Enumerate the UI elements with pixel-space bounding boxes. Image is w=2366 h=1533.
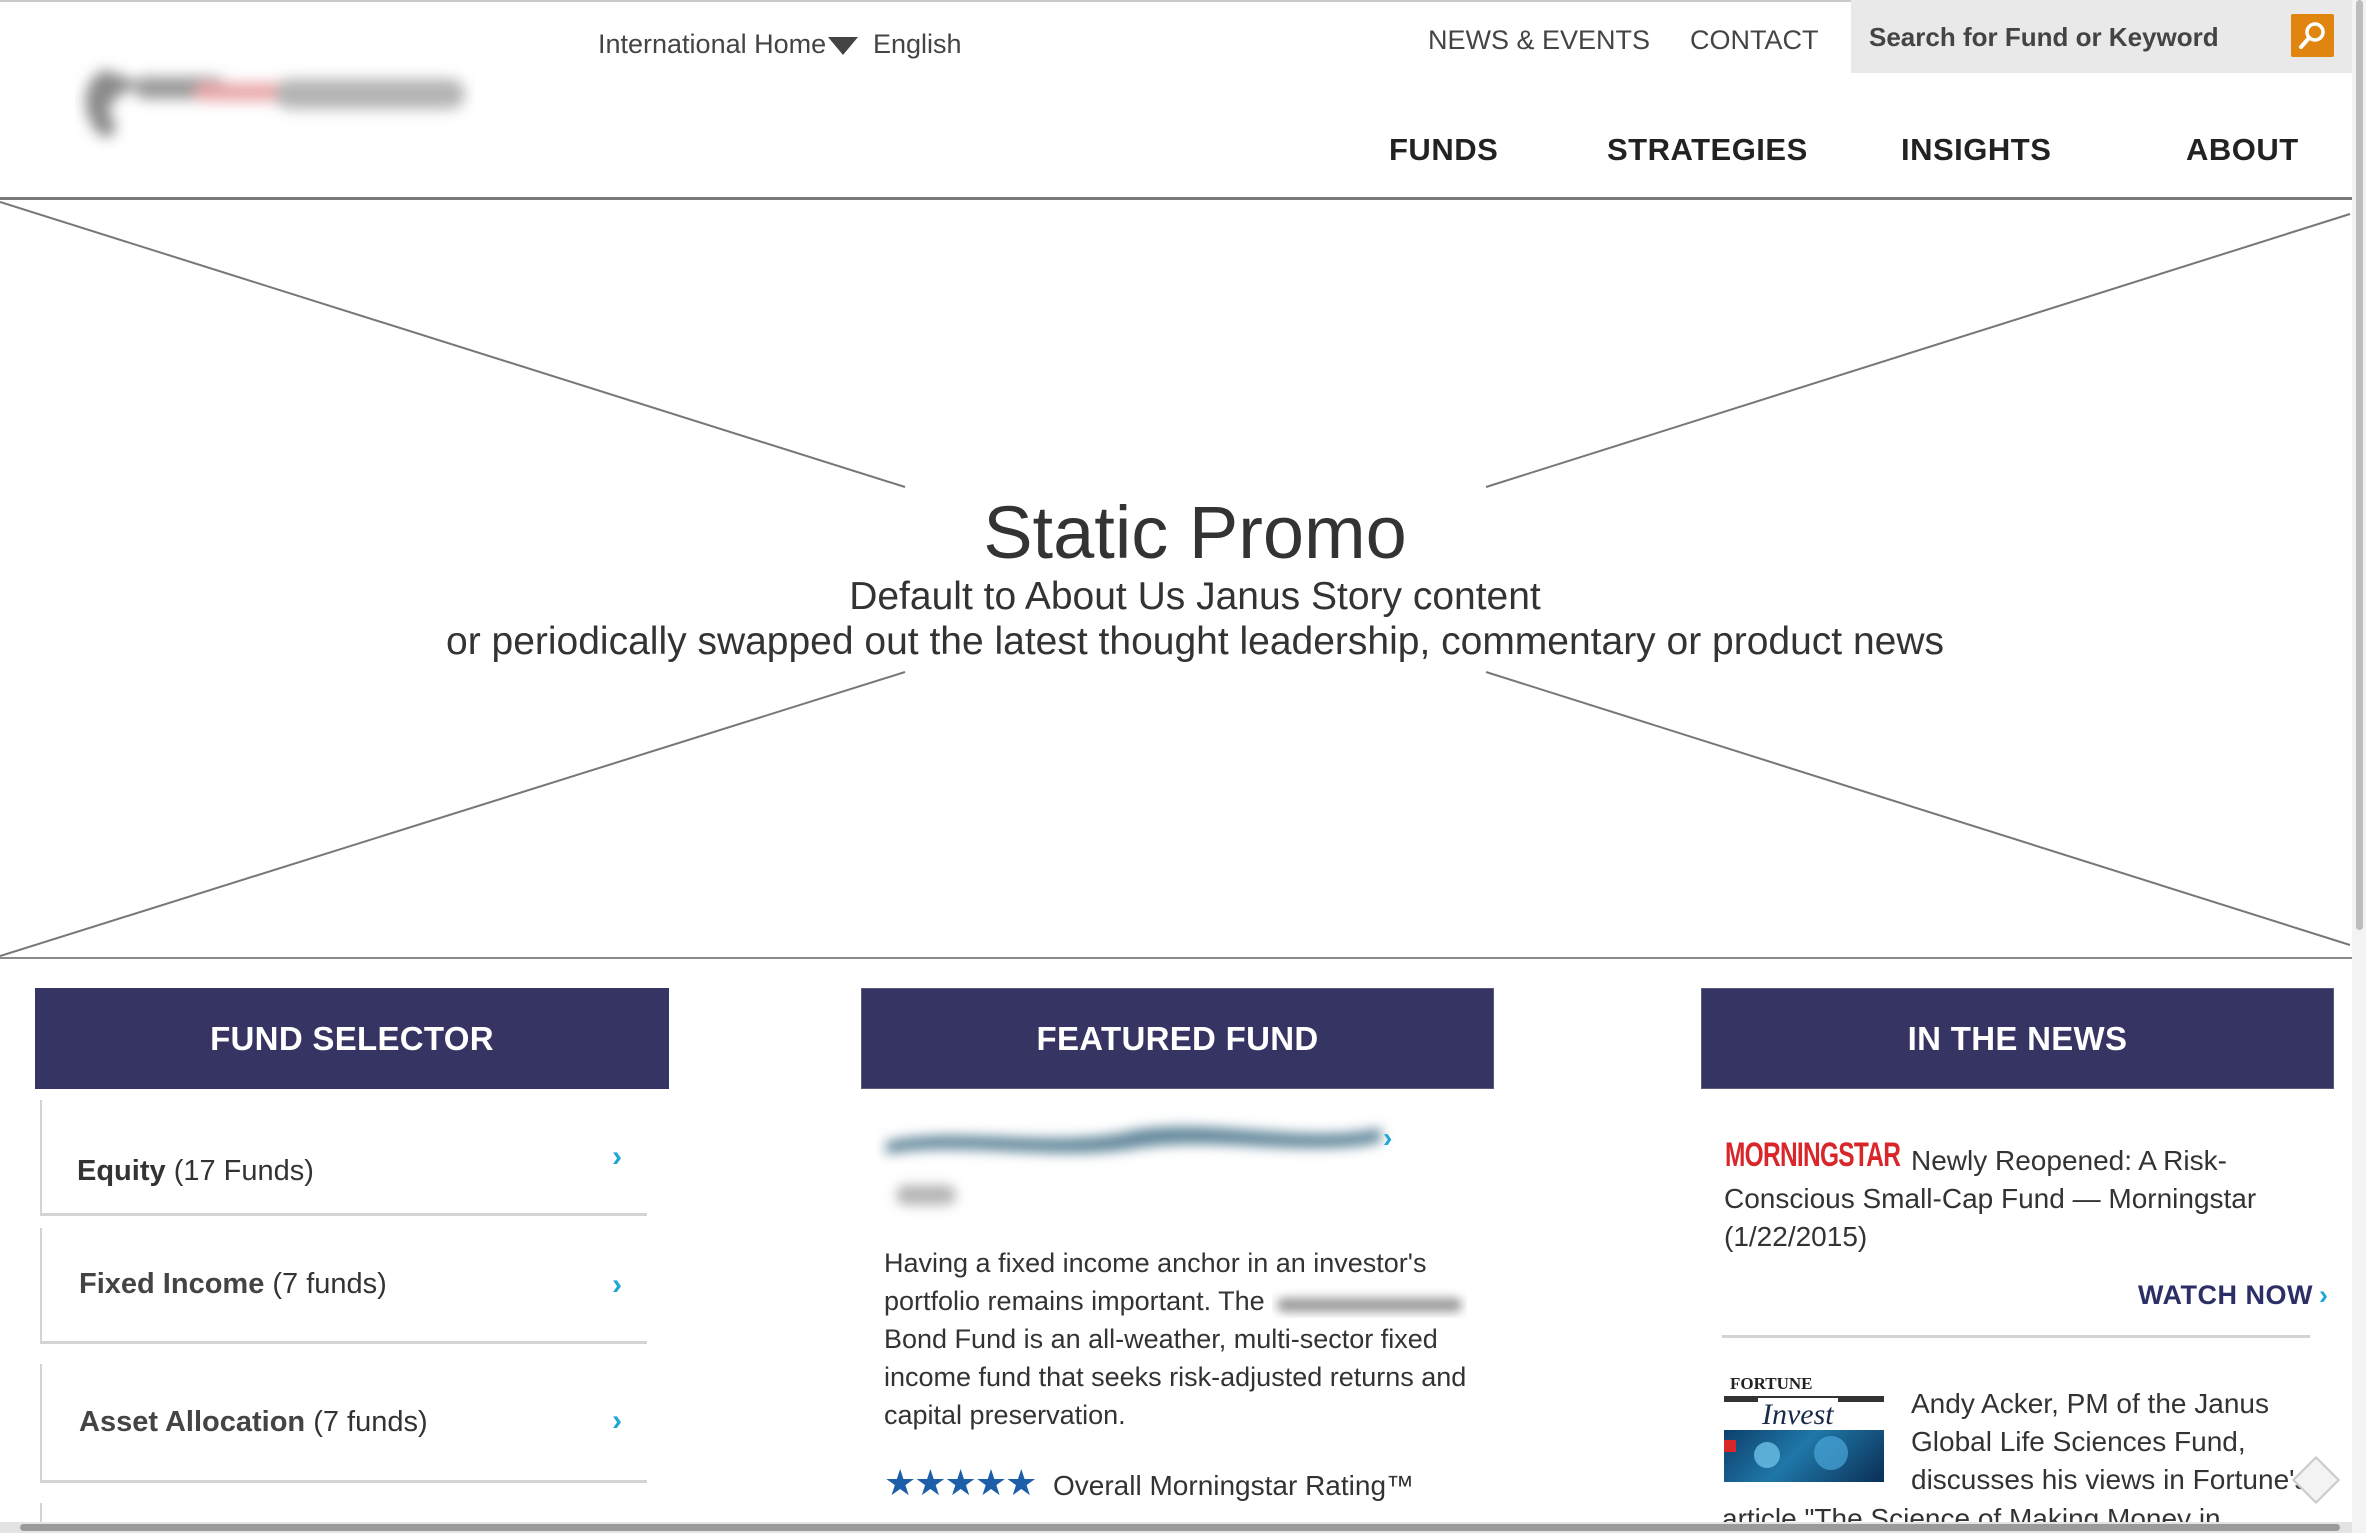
nav-about[interactable]: ABOUT xyxy=(2186,132,2299,168)
category-name: Asset Allocation xyxy=(79,1406,306,1438)
promo-line-1: Default to About Us Janus Story content xyxy=(849,575,1541,618)
fortune-logo-bottom: Invest xyxy=(1758,1398,1838,1432)
description-line: Bond Fund is an all-weather, multi-secto… xyxy=(884,1324,1467,1430)
company-logo[interactable] xyxy=(75,55,475,150)
chevron-right-icon: › xyxy=(2318,1280,2329,1310)
watch-now-label: WATCH NOW xyxy=(2138,1280,2313,1310)
news-item-1-first-line[interactable]: Newly Reopened: A Risk- xyxy=(1911,1142,2227,1180)
contact-link[interactable]: CONTACT xyxy=(1690,25,1819,56)
search-input[interactable]: Search for Fund or Keyword xyxy=(1869,22,2219,53)
featured-fund-name-blurred[interactable] xyxy=(876,1110,1416,1220)
language-link[interactable]: English xyxy=(873,29,962,60)
chevron-right-icon[interactable]: › xyxy=(1383,1122,1392,1154)
promo-title: Static Promo xyxy=(983,491,1407,574)
fund-selector-item-asset-allocation[interactable]: Asset Allocation (7 funds) › xyxy=(40,1364,647,1483)
fund-selector-label: Fixed Income (7 funds) xyxy=(79,1268,387,1301)
featured-fund-heading: FEATURED FUND xyxy=(861,988,1494,1089)
international-home-link[interactable]: International Home xyxy=(598,29,859,60)
news-thumbnail xyxy=(1724,1430,1884,1482)
nav-strategies[interactable]: STRATEGIES xyxy=(1607,132,1808,168)
news-events-link[interactable]: NEWS & EVENTS xyxy=(1428,25,1650,56)
fund-selector-item-partial xyxy=(40,1503,42,1523)
fund-count: (17 Funds) xyxy=(173,1155,314,1187)
nav-funds[interactable]: FUNDS xyxy=(1389,132,1498,168)
international-home-label: International Home xyxy=(598,29,827,59)
caret-down-icon xyxy=(828,36,859,55)
fortune-logo-top: FORTUNE xyxy=(1730,1374,1813,1393)
search-bar[interactable]: Search for Fund or Keyword xyxy=(1851,0,2352,73)
promo-divider xyxy=(0,957,2352,959)
news-item-1-text[interactable]: Conscious Small-Cap Fund — Morningstar (… xyxy=(1724,1180,2294,1256)
fund-count: (7 funds) xyxy=(272,1268,387,1300)
morningstar-logo: MORNINGSTAR xyxy=(1725,1136,1901,1174)
magnifier-icon xyxy=(2299,22,2325,49)
watch-now-link[interactable]: WATCH NOW › xyxy=(2138,1280,2328,1311)
rating-stars: ★★★★★ xyxy=(884,1462,1037,1503)
news-item-2-cut-text: article "The Science of Making Money in xyxy=(1722,1503,2221,1522)
featured-fund-description: Having a fixed income anchor in an inves… xyxy=(884,1244,1484,1434)
description-fragment: portfolio remains important. The xyxy=(884,1286,1265,1316)
chevron-right-icon: › xyxy=(612,1404,622,1437)
description-line: Having a fixed income anchor in an inves… xyxy=(884,1248,1427,1278)
vertical-scrollbar-thumb[interactable] xyxy=(2356,0,2363,930)
fund-selector-item-equity[interactable]: Equity (17 Funds) › xyxy=(40,1100,647,1216)
fund-name-redacted xyxy=(1277,1297,1463,1312)
nav-insights[interactable]: INSIGHTS xyxy=(1901,132,2051,168)
fund-selector-label: Equity (17 Funds) xyxy=(77,1155,314,1188)
fund-count: (7 funds) xyxy=(313,1406,428,1438)
fund-selector-item-fixed-income[interactable]: Fixed Income (7 funds) › xyxy=(40,1228,647,1344)
chevron-right-icon: › xyxy=(612,1268,622,1301)
category-name: Fixed Income xyxy=(79,1268,265,1300)
rating-label: Overall Morningstar Rating™ xyxy=(1053,1470,1415,1501)
promo-line-2: or periodically swapped out the latest t… xyxy=(446,620,1944,663)
news-item-2-overflow: article "The Science of Making Money in xyxy=(1722,1500,2322,1522)
description-line: portfolio remains important. The xyxy=(884,1282,1484,1320)
fund-selector-heading: FUND SELECTOR xyxy=(35,988,669,1089)
fund-selector-label: Asset Allocation (7 funds) xyxy=(79,1406,428,1439)
category-name: Equity xyxy=(77,1155,166,1187)
chevron-right-icon: › xyxy=(612,1140,622,1173)
horizontal-scrollbar-thumb[interactable] xyxy=(20,1524,2340,1531)
news-divider xyxy=(1722,1335,2310,1338)
fortune-invest-logo: FORTUNE Invest xyxy=(1720,1374,1886,1482)
search-button[interactable] xyxy=(2291,14,2334,57)
news-item-2-text[interactable]: Andy Acker, PM of the Janus Global Life … xyxy=(1911,1385,2311,1499)
in-the-news-heading: IN THE NEWS xyxy=(1701,988,2334,1089)
